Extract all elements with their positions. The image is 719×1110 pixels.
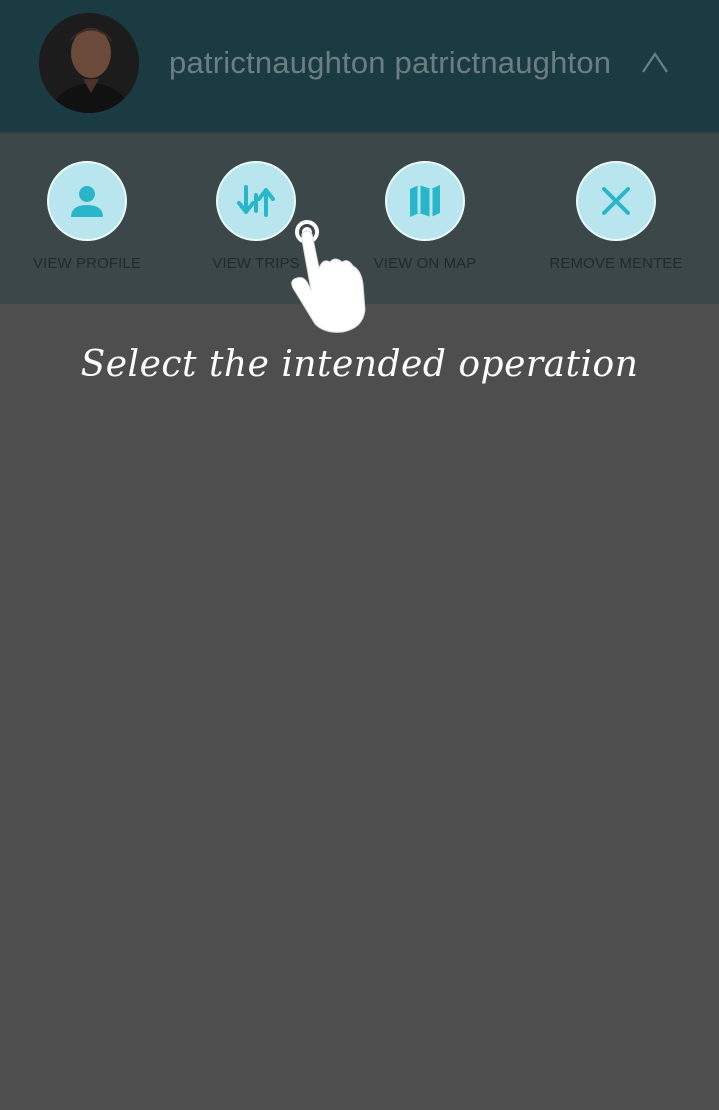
remove-mentee-label: REMOVE MENTEE <box>549 255 683 272</box>
chevron-up-icon[interactable] <box>640 48 670 76</box>
view-profile-label: VIEW PROFILE <box>33 255 141 272</box>
screen: patrictnaughton patrictnaughton VIEW PRO… <box>0 0 719 1110</box>
hand-pointer-icon <box>285 218 375 336</box>
tutorial-hint: Select the intended operation <box>80 344 639 385</box>
mentee-header: patrictnaughton patrictnaughton <box>0 0 719 131</box>
trips-icon <box>216 161 296 241</box>
close-icon <box>576 161 656 241</box>
remove-mentee-button[interactable]: REMOVE MENTEE <box>541 161 691 281</box>
map-icon <box>385 161 465 241</box>
view-profile-button[interactable]: VIEW PROFILE <box>12 161 162 281</box>
avatar[interactable] <box>39 13 139 113</box>
username: patrictnaughton patrictnaughton <box>169 45 612 80</box>
person-icon <box>47 161 127 241</box>
